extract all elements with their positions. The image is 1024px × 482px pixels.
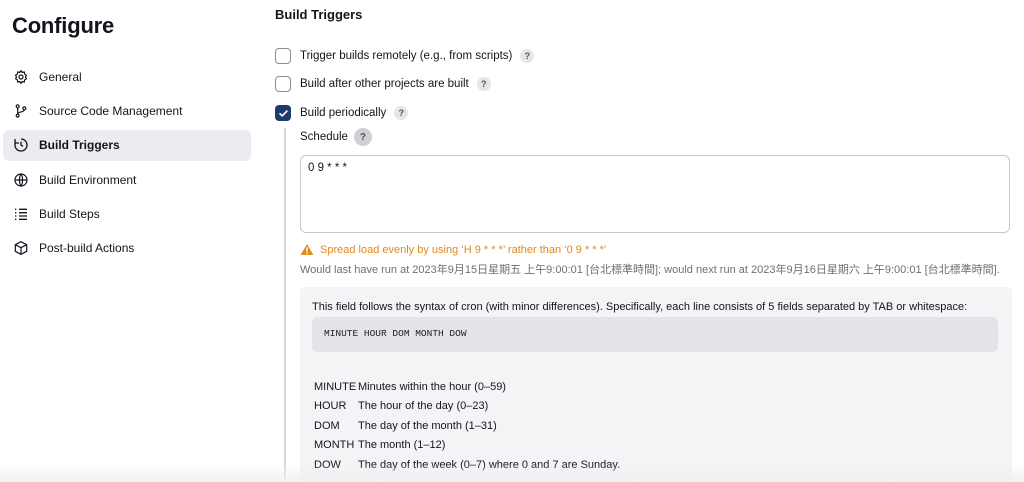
schedule-input[interactable] bbox=[300, 155, 1010, 233]
build-periodically-checkbox[interactable] bbox=[275, 105, 291, 121]
page-title: Configure bbox=[12, 13, 115, 38]
build-periodically-row: Build periodically ? bbox=[275, 104, 409, 122]
list-icon bbox=[12, 205, 30, 223]
warning-icon bbox=[300, 244, 314, 255]
configure-page: Configure General Source Code Management… bbox=[0, 0, 1024, 482]
trigger-remote-row: Trigger builds remotely (e.g., from scri… bbox=[275, 47, 535, 65]
help-icon[interactable]: ? bbox=[353, 128, 372, 146]
sidebar-item-label: General bbox=[39, 69, 82, 84]
sidebar-item-label: Build Environment bbox=[39, 172, 137, 187]
cube-icon bbox=[12, 239, 30, 257]
sidebar-nav: General Source Code Management Build Tri… bbox=[3, 61, 251, 267]
list-item: HOUR The hour of the day (0–23) bbox=[314, 400, 489, 413]
build-after-other-checkbox[interactable] bbox=[275, 76, 291, 92]
cron-help-panel: This field follows the syntax of cron (w… bbox=[300, 287, 1012, 482]
build-after-other-label[interactable]: Build after other projects are built bbox=[300, 78, 469, 90]
help-icon[interactable]: ? bbox=[476, 77, 491, 91]
sidebar-item-build-steps[interactable]: Build Steps bbox=[3, 199, 251, 230]
trigger-remote-checkbox[interactable] bbox=[275, 48, 291, 64]
help-intro: This field follows the syntax of cron (w… bbox=[312, 301, 968, 313]
sidebar: Configure General Source Code Management… bbox=[0, 0, 258, 482]
checkmark-icon bbox=[278, 109, 288, 117]
sidebar-item-post-build-actions[interactable]: Post-build Actions bbox=[3, 233, 251, 264]
clock-refresh-icon bbox=[12, 136, 30, 154]
globe-icon bbox=[12, 171, 30, 189]
sidebar-item-general[interactable]: General bbox=[3, 61, 251, 92]
branch-icon bbox=[12, 102, 30, 120]
list-item: MINUTE Minutes within the hour (0–59) bbox=[314, 380, 506, 393]
help-icon[interactable]: ? bbox=[520, 49, 535, 63]
list-item: DOM The day of the month (1–31) bbox=[314, 419, 497, 432]
scroll-fade bbox=[0, 464, 1024, 482]
trigger-remote-label[interactable]: Trigger builds remotely (e.g., from scri… bbox=[300, 50, 512, 62]
schedule-label-row: Schedule ? bbox=[300, 128, 372, 146]
main-content: Build Triggers Trigger builds remotely (… bbox=[275, 0, 1020, 482]
gear-icon bbox=[12, 68, 30, 86]
schedule-warning: Spread load evenly by using ‘H 9 * * *’ … bbox=[300, 243, 606, 256]
nested-section-divider bbox=[284, 128, 286, 482]
help-icon[interactable]: ? bbox=[394, 106, 409, 120]
build-periodically-label[interactable]: Build periodically bbox=[300, 107, 386, 119]
schedule-label: Schedule bbox=[300, 131, 348, 143]
sidebar-item-label: Post-build Actions bbox=[39, 241, 135, 256]
build-after-other-row: Build after other projects are built ? bbox=[275, 75, 491, 93]
sidebar-item-build-triggers[interactable]: Build Triggers bbox=[3, 129, 251, 161]
sidebar-item-label: Source Code Management bbox=[39, 103, 183, 118]
list-item: MONTH The month (1–12) bbox=[314, 439, 446, 452]
sidebar-item-label: Build Steps bbox=[39, 207, 100, 222]
warning-text: Spread load evenly by using ‘H 9 * * *’ … bbox=[320, 243, 607, 256]
sidebar-item-build-environment[interactable]: Build Environment bbox=[3, 164, 251, 195]
sidebar-item-label: Build Triggers bbox=[39, 138, 120, 153]
sidebar-item-source-code-management[interactable]: Source Code Management bbox=[3, 95, 251, 126]
run-info: Would last have run at 2023年9月15日星期五 上午9… bbox=[300, 264, 1000, 276]
cron-fields-list: MINUTE Minutes within the hour (0–59) HO… bbox=[314, 377, 620, 475]
cron-syntax-code: MINUTE HOUR DOM MONTH DOW bbox=[312, 317, 998, 352]
section-title: Build Triggers bbox=[275, 7, 363, 22]
